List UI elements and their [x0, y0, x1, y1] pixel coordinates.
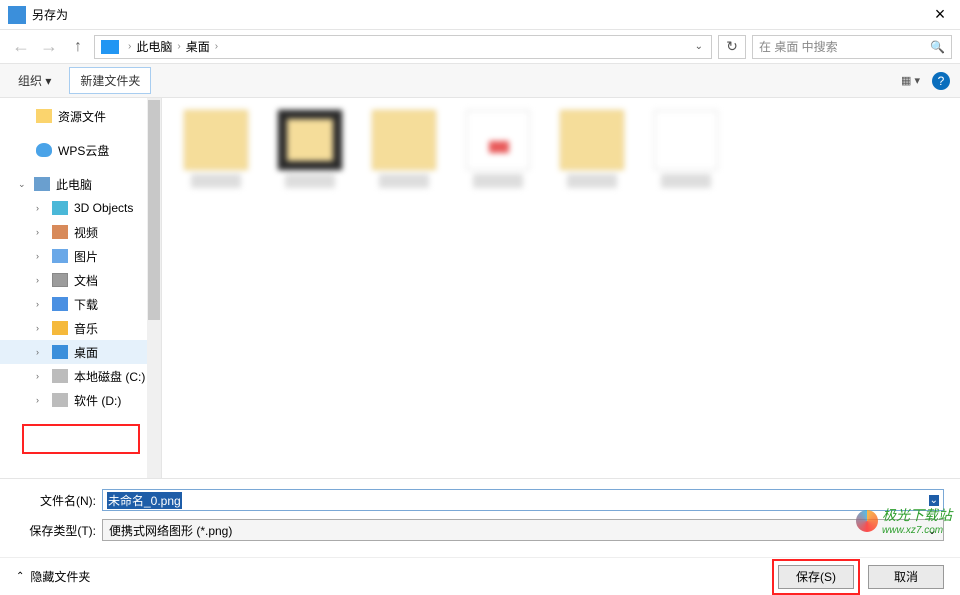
pc-icon	[101, 40, 119, 54]
chevron-right-icon[interactable]: ›	[36, 227, 46, 237]
chevron-right-icon: ›	[172, 41, 185, 52]
hide-folders-button[interactable]: ⌃ 隐藏文件夹	[16, 568, 90, 585]
chevron-right-icon[interactable]: ›	[36, 299, 46, 309]
breadcrumb-seg[interactable]: 桌面	[186, 38, 210, 55]
cloud-icon	[36, 143, 52, 157]
chevron-right-icon[interactable]: ›	[36, 395, 46, 405]
chevron-right-icon[interactable]: ›	[36, 275, 46, 285]
tree-item-video[interactable]: ›视频	[0, 220, 161, 244]
download-icon	[52, 297, 68, 311]
filename-input[interactable]: 未命名_0.png⌄	[102, 489, 944, 511]
nav-bar: ← → ↑ › 此电脑 › 桌面 › ⌄ ↻ 在 桌面 中搜索 🔍	[0, 30, 960, 64]
save-button[interactable]: 保存(S)	[778, 565, 854, 589]
cancel-button[interactable]: 取消	[868, 565, 944, 589]
refresh-icon: ↻	[726, 38, 738, 55]
tree-item-resources[interactable]: 资源文件	[0, 104, 161, 128]
file-item[interactable]	[366, 110, 442, 188]
desktop-icon	[52, 345, 68, 359]
window-title: 另存为	[32, 6, 920, 23]
document-icon	[52, 273, 68, 287]
tree-item-docs[interactable]: ›文档	[0, 268, 161, 292]
nav-arrows: ← →	[8, 36, 62, 57]
breadcrumb[interactable]: › 此电脑 › 桌面 › ⌄	[94, 35, 712, 59]
search-icon: 🔍	[930, 40, 945, 54]
toolbar: 组织 ▾ 新建文件夹 ▦ ▾ ?	[0, 64, 960, 98]
file-item[interactable]	[648, 110, 724, 188]
breadcrumb-seg[interactable]: 此电脑	[136, 38, 172, 55]
chevron-right-icon[interactable]: ›	[36, 251, 46, 261]
tree-item-music[interactable]: ›音乐	[0, 316, 161, 340]
organize-button[interactable]: 组织 ▾	[10, 68, 59, 93]
video-icon	[52, 225, 68, 239]
chevron-right-icon: ›	[210, 41, 223, 52]
scrollbar[interactable]	[147, 98, 161, 478]
search-placeholder: 在 桌面 中搜索	[759, 38, 838, 55]
chevron-right-icon[interactable]: ›	[36, 323, 46, 333]
title-bar: 另存为 ×	[0, 0, 960, 30]
chevron-right-icon[interactable]: ›	[36, 371, 46, 381]
pc-icon	[34, 177, 50, 191]
tree-item-disk-d[interactable]: ›软件 (D:)	[0, 388, 161, 412]
forward-icon[interactable]: →	[40, 36, 58, 57]
view-button[interactable]: ▦ ▾	[901, 74, 920, 87]
sidebar: 资源文件 WPS云盘 ⌄此电脑 ›3D Objects ›视频 ›图片 ›文档 …	[0, 98, 162, 478]
help-button[interactable]: ?	[932, 72, 950, 90]
app-icon	[8, 6, 26, 24]
file-item[interactable]	[178, 110, 254, 188]
refresh-button[interactable]: ↻	[718, 35, 746, 59]
picture-icon	[52, 249, 68, 263]
file-item[interactable]	[554, 110, 630, 188]
annotation-box	[22, 424, 140, 454]
tree-item-pictures[interactable]: ›图片	[0, 244, 161, 268]
chevron-right-icon[interactable]: ›	[36, 203, 46, 213]
scrollbar-thumb[interactable]	[148, 100, 160, 320]
cube-icon	[52, 201, 68, 215]
close-icon[interactable]: ×	[920, 4, 960, 25]
footer: ⌃ 隐藏文件夹 保存(S) 取消	[0, 557, 960, 595]
chevron-down-icon[interactable]: ⌄	[927, 523, 937, 537]
search-input[interactable]: 在 桌面 中搜索 🔍	[752, 35, 952, 59]
disk-icon	[52, 393, 68, 407]
filename-label: 文件名(N):	[16, 492, 96, 509]
chevron-right-icon: ›	[123, 41, 136, 52]
bottom-bar: 文件名(N): 未命名_0.png⌄ 保存类型(T): 便携式网络图形 (*.p…	[0, 478, 960, 557]
tree-item-disk-c[interactable]: ›本地磁盘 (C:)	[0, 364, 161, 388]
back-icon[interactable]: ←	[12, 36, 30, 57]
filetype-label: 保存类型(T):	[16, 522, 96, 539]
filetype-combo[interactable]: 便携式网络图形 (*.png)⌄	[102, 519, 944, 541]
file-pane[interactable]	[162, 98, 960, 478]
new-folder-button[interactable]: 新建文件夹	[69, 67, 151, 94]
tree-item-downloads[interactable]: ›下载	[0, 292, 161, 316]
chevron-down-icon[interactable]: ⌄	[695, 41, 709, 52]
chevron-right-icon[interactable]: ›	[36, 347, 46, 357]
tree-item-pc[interactable]: ⌄此电脑	[0, 172, 161, 196]
tree-item-3d[interactable]: ›3D Objects	[0, 196, 161, 220]
chevron-down-icon[interactable]: ⌄	[929, 495, 939, 506]
disk-icon	[52, 369, 68, 383]
music-icon	[52, 321, 68, 335]
chevron-down-icon[interactable]: ⌄	[18, 179, 28, 190]
file-item[interactable]	[272, 110, 348, 188]
tree-item-wps[interactable]: WPS云盘	[0, 138, 161, 162]
tree-item-desktop[interactable]: ›桌面	[0, 340, 161, 364]
folder-icon	[36, 109, 52, 123]
file-item[interactable]	[460, 110, 536, 188]
up-icon[interactable]: ↑	[68, 38, 88, 56]
chevron-down-icon: ⌃	[16, 571, 24, 582]
